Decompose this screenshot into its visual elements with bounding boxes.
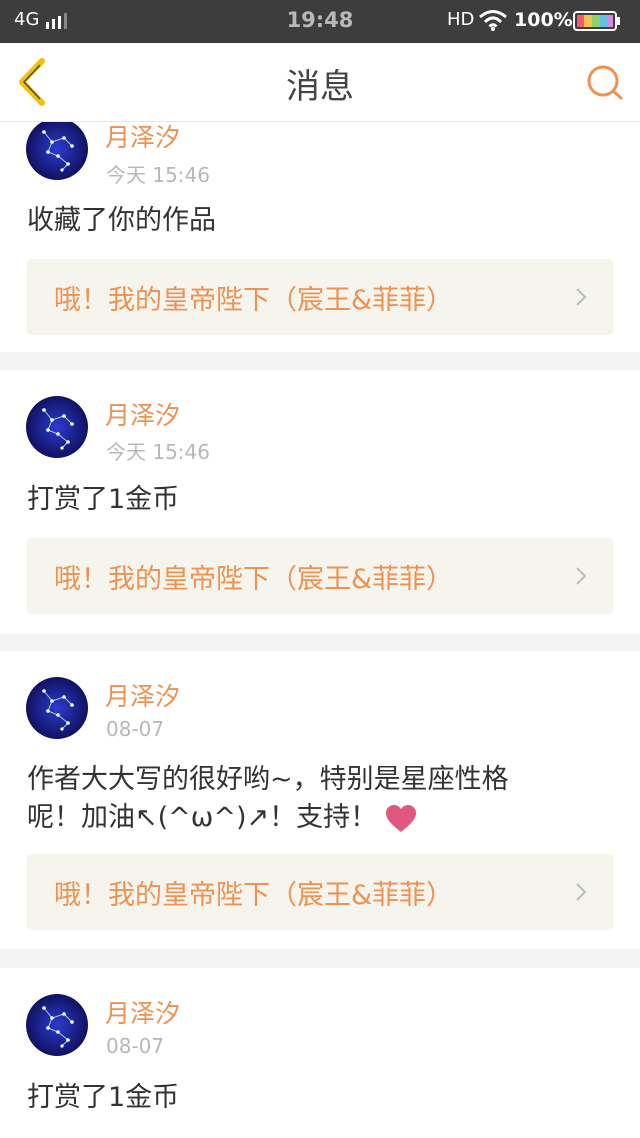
page-title: 消息 (286, 67, 354, 107)
message-card: 月泽汐 08-07 作者大大写的很好哟~，特别是星座性格 呢！加油↖(^ω^)↗… (0, 651, 640, 949)
search-icon[interactable] (585, 63, 625, 103)
chevron-right-icon (576, 883, 587, 901)
message-content-line-2: 呢！加油↖(^ω^)↗！支持！ (27, 799, 600, 837)
message-time: 08-07 (106, 1034, 165, 1058)
constellation-avatar-icon (26, 677, 88, 739)
work-title: 哦！我的皇帝陛下（宸王&菲菲） (54, 564, 454, 595)
work-link[interactable]: 哦！我的皇帝陛下（宸王&菲菲） (27, 538, 613, 614)
heart-icon (386, 804, 417, 832)
avatar[interactable] (26, 994, 88, 1056)
status-bar: 4G 19:48 HD 100% (0, 0, 640, 43)
message-feed[interactable]: 月泽汐 今天 15:46 收藏了你的作品 哦！我的皇帝陛下（宸王&菲菲） 月泽汐… (0, 122, 640, 1138)
work-link[interactable]: 哦！我的皇帝陛下（宸王&菲菲） (27, 854, 613, 930)
constellation-avatar-icon (26, 122, 88, 180)
message-content: 打赏了1金币 (27, 484, 180, 515)
constellation-avatar-icon (26, 994, 88, 1056)
message-card: 月泽汐 08-07 打赏了1金币 (0, 968, 640, 1138)
constellation-avatar-icon (26, 396, 88, 458)
message-card: 月泽汐 今天 15:46 收藏了你的作品 哦！我的皇帝陛下（宸王&菲菲） (0, 122, 640, 352)
sender-name[interactable]: 月泽汐 (105, 122, 180, 154)
work-link[interactable]: 哦！我的皇帝陛下（宸王&菲菲） (27, 259, 613, 335)
work-title: 哦！我的皇帝陛下（宸王&菲菲） (54, 880, 454, 911)
message-time: 今天 15:46 (106, 440, 210, 464)
wifi-icon (479, 10, 507, 31)
avatar[interactable] (26, 677, 88, 739)
avatar[interactable] (26, 396, 88, 458)
message-time: 08-07 (106, 717, 165, 741)
nav-bar: 消息 (0, 43, 640, 122)
message-content: 打赏了1金币 (27, 1082, 180, 1113)
message-content: 收藏了你的作品 (27, 205, 216, 236)
message-content-line: 作者大大写的很好哟~，特别是星座性格 (27, 764, 509, 795)
sender-name[interactable]: 月泽汐 (105, 994, 180, 1030)
chevron-right-icon (576, 567, 587, 585)
work-title: 哦！我的皇帝陛下（宸王&菲菲） (54, 285, 454, 316)
sender-name[interactable]: 月泽汐 (105, 677, 180, 713)
battery-percent: 100% (514, 9, 573, 31)
message-content-line: 呢！加油↖(^ω^)↗！支持！ (27, 802, 378, 833)
message-card: 月泽汐 今天 15:46 打赏了1金币 哦！我的皇帝陛下（宸王&菲菲） (0, 370, 640, 634)
message-time: 今天 15:46 (106, 163, 210, 187)
chevron-right-icon (576, 288, 587, 306)
avatar[interactable] (26, 122, 88, 180)
battery-icon (573, 11, 620, 31)
message-content: 作者大大写的很好哟~，特别是星座性格 呢！加油↖(^ω^)↗！支持！ (27, 761, 600, 837)
sender-name[interactable]: 月泽汐 (105, 396, 180, 432)
hd-indicator: HD (447, 9, 475, 30)
